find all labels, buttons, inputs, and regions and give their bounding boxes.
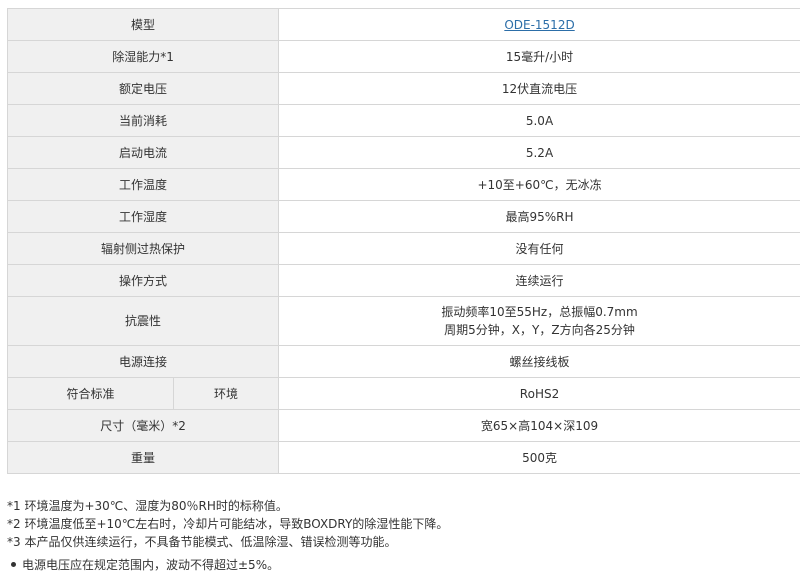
row-value: 宽65×高104×深109 (278, 409, 800, 442)
row-value: 5.0A (278, 104, 800, 137)
spec-row-dehumidify-capacity: 除湿能力*1 15毫升/小时 (6, 40, 800, 73)
spec-row-model: 模型 ODE-1512D (6, 8, 800, 41)
row-label: 工作湿度 (6, 200, 280, 233)
spec-row-weight: 重量 500克 (6, 441, 800, 474)
footnote: *2 环境温度低至+10℃左右时，冷却片可能结冰，导致BOXDRY的除湿性能下降… (7, 517, 449, 531)
spec-row-operating-humidity: 工作湿度 最高95%RH (6, 200, 800, 233)
row-value-line: 周期5分钟，X，Y，Z方向各25分钟 (444, 323, 635, 337)
row-label: 符合标准 (7, 377, 174, 410)
spec-row-overheat-protection: 辐射侧过热保护 没有任何 (6, 232, 800, 265)
spec-row-operating-temperature: 工作温度 +10至+60℃，无冰冻 (6, 168, 800, 201)
row-value: 500克 (278, 441, 800, 474)
model-link[interactable]: ODE-1512D (504, 18, 574, 32)
spec-row-operation-mode: 操作方式 连续运行 (6, 264, 800, 297)
row-label: 除湿能力*1 (6, 40, 280, 73)
row-value: 没有任何 (278, 232, 800, 265)
row-value: 连续运行 (278, 264, 800, 297)
footnote: *3 本产品仅供连续运行，不具备节能模式、低温除湿、错误检测等功能。 (7, 535, 397, 549)
row-value: 12伏直流电压 (278, 72, 800, 105)
bullet-note-text: 电源电压应在规定范围内，波动不得超过±5%。 (22, 558, 280, 572)
row-label: 电源连接 (6, 345, 280, 378)
row-label: 额定电压 (6, 72, 280, 105)
row-sublabel: 环境 (172, 377, 280, 410)
row-value: RoHS2 (278, 377, 800, 410)
row-value: 最高95%RH (278, 200, 800, 233)
row-label: 尺寸（毫米）*2 (6, 409, 280, 442)
row-value: 振动频率10至55Hz，总振幅0.7mm 周期5分钟，X，Y，Z方向各25分钟 (278, 296, 800, 346)
row-value-line: 振动频率10至55Hz，总振幅0.7mm (441, 305, 638, 319)
row-value: 5.2A (278, 136, 800, 169)
row-label: 操作方式 (6, 264, 280, 297)
bullet-note: 电源电压应在规定范围内，波动不得超过±5%。 (7, 557, 797, 573)
bullet-icon (11, 562, 16, 567)
row-label: 辐射侧过热保护 (6, 232, 280, 265)
row-value: ODE-1512D (278, 8, 800, 41)
row-label: 启动电流 (6, 136, 280, 169)
footnote: *1 环境温度为+30℃、湿度为80％RH时的标称值。 (7, 499, 288, 513)
spec-row-current: 当前消耗 5.0A (6, 104, 800, 137)
spec-row-vibration-resistance: 抗震性 振动频率10至55Hz，总振幅0.7mm 周期5分钟，X，Y，Z方向各2… (6, 296, 800, 346)
spec-row-rated-voltage: 额定电压 12伏直流电压 (6, 72, 800, 105)
spec-row-standards: 符合标准 环境 RoHS2 (7, 377, 800, 410)
spec-row-startup-current: 启动电流 5.2A (6, 136, 800, 169)
row-label: 工作温度 (6, 168, 280, 201)
spec-table: 模型 ODE-1512D 除湿能力*1 15毫升/小时 额定电压 12伏直流电压… (6, 8, 800, 474)
footnotes: *1 环境温度为+30℃、湿度为80％RH时的标称值。 *2 环境温度低至+10… (7, 497, 797, 551)
spec-row-dimensions: 尺寸（毫米）*2 宽65×高104×深109 (6, 409, 800, 442)
row-label: 模型 (6, 8, 280, 41)
row-label: 抗震性 (6, 296, 280, 346)
row-value: 15毫升/小时 (278, 40, 800, 73)
row-label: 重量 (6, 441, 280, 474)
spec-row-power-connection: 电源连接 螺丝接线板 (6, 345, 800, 378)
row-label: 当前消耗 (6, 104, 280, 137)
row-value: +10至+60℃，无冰冻 (278, 168, 800, 201)
row-value: 螺丝接线板 (278, 345, 800, 378)
